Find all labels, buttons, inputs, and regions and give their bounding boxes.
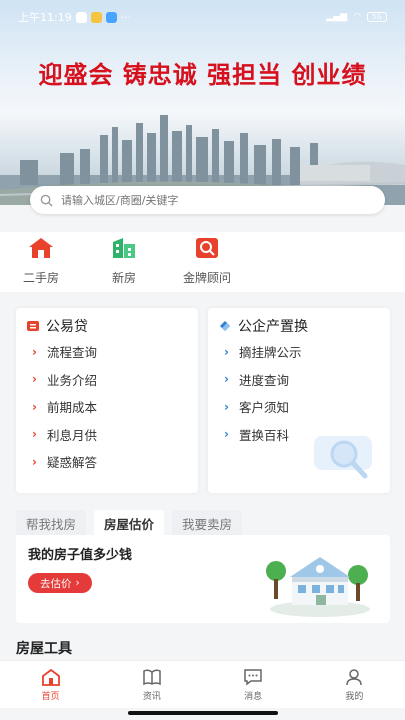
- status-time: 上午11:19: [18, 11, 72, 24]
- item-label: 客户须知: [238, 400, 289, 416]
- item-label: 置换百科: [238, 427, 289, 443]
- property-swap-card-header: 公企产置换: [218, 316, 308, 336]
- loan-item-interest[interactable]: › 利息月供: [32, 421, 97, 449]
- quick-link-second-hand[interactable]: 二手房: [11, 236, 71, 286]
- property-swap-card: 公企产置换 › 摘挂牌公示 › 进度查询 › 客户须知 › 置换百科: [208, 308, 390, 493]
- battery-icon: 5G: [367, 12, 387, 22]
- quick-link-new-house[interactable]: 新房: [94, 236, 154, 286]
- house-illustration: [266, 557, 370, 617]
- chevron-right-icon: ›: [32, 427, 37, 442]
- chevron-right-icon: ›: [32, 454, 37, 469]
- chevron-right-icon: ›: [32, 344, 37, 359]
- quick-link-label: 二手房: [22, 271, 59, 285]
- swap-item-progress[interactable]: › 进度查询: [224, 366, 301, 394]
- search-input[interactable]: [61, 193, 361, 207]
- chevron-right-icon: ›: [224, 399, 229, 414]
- banner-slogan: 迎盛会 铸忠诚 强担当 创业绩: [38, 60, 367, 89]
- chevron-right-icon: ›: [32, 399, 37, 414]
- nav-profile[interactable]: 我的: [304, 661, 405, 708]
- tab-sell-house[interactable]: 我要卖房: [172, 510, 243, 536]
- nav-home[interactable]: 首页: [0, 661, 101, 708]
- quick-link-advisor[interactable]: 金牌顾问: [177, 236, 237, 286]
- loan-item-cost[interactable]: › 前期成本: [32, 393, 97, 421]
- nav-label: 首页: [41, 691, 60, 702]
- gesture-home-bar[interactable]: [128, 711, 278, 715]
- item-label: 进度查询: [238, 372, 289, 388]
- valuation-title: 我的房子值多少钱: [28, 548, 133, 563]
- quick-links: 二手房 新房 金牌顾问: [0, 232, 405, 292]
- chevron-right-icon: ›: [224, 372, 229, 387]
- quick-link-label: 新房: [111, 271, 136, 285]
- nav-label: 消息: [244, 691, 263, 702]
- loan-card: 公易贷 › 流程查询 › 业务介绍 › 前期成本 › 利息月供 › 疑惑解答: [16, 308, 198, 493]
- nav-messages[interactable]: 消息: [203, 661, 304, 708]
- message-notification-icon: [90, 11, 102, 23]
- loan-item-process[interactable]: › 流程查询: [32, 338, 97, 366]
- swap-item-wiki[interactable]: › 置换百科: [224, 421, 301, 449]
- item-label: 摘挂牌公示: [238, 345, 302, 361]
- status-bar: 上午11:19 ··· ▂▄▆ ◠ 5G: [0, 0, 405, 34]
- property-swap-card-title: 公企产置换: [238, 319, 308, 335]
- advisor-icon: [196, 238, 218, 258]
- message-icon: [244, 668, 262, 685]
- building-icon: [113, 238, 135, 258]
- search-decoration-icon: [314, 436, 372, 479]
- search-bar[interactable]: [30, 186, 385, 214]
- tab-find-house[interactable]: 帮我找房: [16, 510, 87, 536]
- valuation-button[interactable]: 去估价 ›: [28, 573, 92, 593]
- quick-link-label: 金牌顾问: [182, 271, 231, 285]
- wifi-icon: ◠: [353, 12, 361, 22]
- chevron-right-icon: ›: [224, 344, 229, 359]
- loan-card-header: 公易贷: [26, 316, 88, 336]
- tab-valuation[interactable]: 房屋估价: [94, 510, 165, 536]
- signal-icon: ▂▄▆: [326, 12, 348, 22]
- item-label: 流程查询: [46, 345, 97, 361]
- item-label: 前期成本: [46, 400, 97, 416]
- item-label: 疑惑解答: [46, 455, 97, 471]
- chat-notification-icon: [105, 11, 117, 23]
- nav-label: 资讯: [142, 691, 161, 702]
- nav-label: 我的: [345, 691, 364, 702]
- house-icon: [29, 238, 53, 258]
- search-icon: [40, 194, 53, 207]
- swap-item-notice[interactable]: › 客户须知: [224, 393, 301, 421]
- item-label: 利息月供: [46, 427, 97, 443]
- valuation-button-label: 去估价: [40, 577, 72, 590]
- valuation-panel: 我的房子值多少钱 去估价 ›: [16, 535, 390, 623]
- loan-card-title: 公易贷: [46, 319, 88, 335]
- chevron-right-icon: ›: [32, 372, 37, 387]
- home-icon: [41, 668, 60, 686]
- loan-icon: [27, 321, 39, 331]
- nav-news[interactable]: 资讯: [101, 661, 202, 708]
- service-tabs: 帮我找房 房屋估价 我要卖房: [16, 510, 243, 536]
- bottom-nav: 首页 资讯 消息 我的: [0, 660, 405, 708]
- profile-icon: [346, 668, 363, 685]
- loan-item-intro[interactable]: › 业务介绍: [32, 366, 97, 394]
- diamond-icon: [220, 321, 230, 331]
- swap-item-listing[interactable]: › 摘挂牌公示: [224, 338, 301, 366]
- chevron-right-icon: ›: [224, 427, 229, 442]
- notification-icon: [75, 11, 87, 23]
- tools-section-title: 房屋工具: [16, 641, 72, 657]
- loan-item-faq[interactable]: › 疑惑解答: [32, 448, 97, 476]
- news-icon: [143, 668, 161, 685]
- chevron-right-icon: ›: [75, 577, 80, 589]
- more-notifications-icon: ···: [120, 10, 132, 24]
- item-label: 业务介绍: [46, 372, 97, 388]
